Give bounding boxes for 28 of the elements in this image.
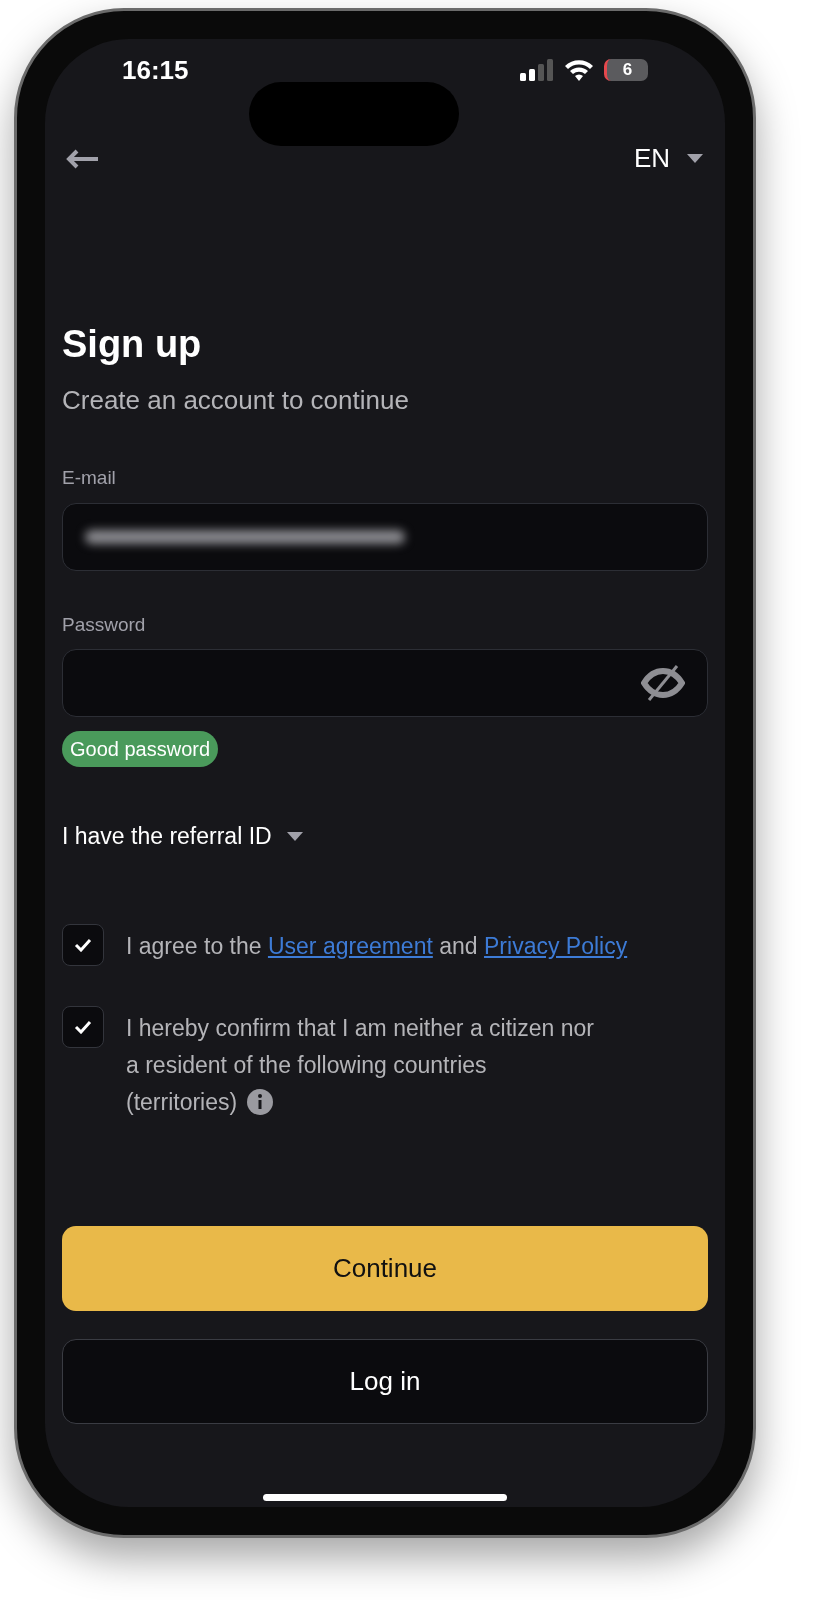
policy-link[interactable]: User agreement xyxy=(267,932,433,959)
checkbox[interactable] xyxy=(62,923,104,966)
login-button[interactable]: Log in xyxy=(62,1339,708,1424)
signal-icon xyxy=(520,59,554,81)
checkbox[interactable] xyxy=(62,1005,104,1048)
eye-slash-icon[interactable] xyxy=(641,663,685,703)
field-label: E-mail xyxy=(62,466,117,490)
field-label: Password xyxy=(62,612,147,637)
caret-icon xyxy=(285,830,304,842)
password-field[interactable] xyxy=(62,649,708,717)
agreement-text: I hereby confirm that I am neither a citizen nor a resident of the following countries (territories) xyxy=(126,1013,595,1117)
email-field[interactable] xyxy=(62,502,708,571)
battery-indicator: 6 xyxy=(604,59,648,81)
back-arrow-icon[interactable] xyxy=(66,148,100,169)
info-icon[interactable] xyxy=(247,1088,274,1115)
referral-toggle[interactable]: I have the referral ID xyxy=(62,819,304,854)
continue-button[interactable]: Continue xyxy=(62,1226,708,1311)
password-strength-badge: Good password xyxy=(62,731,219,767)
page-title: Sign up xyxy=(62,322,203,367)
policy-link[interactable]: Privacy Policy xyxy=(484,932,628,959)
status-time: 16:15 xyxy=(122,53,189,87)
page-subtitle: Create an account to continue xyxy=(62,384,410,417)
check-icon xyxy=(74,937,92,952)
language-selector[interactable]: EN xyxy=(633,139,704,178)
wifi-icon xyxy=(564,59,594,81)
agreement-text: I agree to the User agreement and Privacy Policy xyxy=(126,931,629,961)
caret-icon xyxy=(686,153,704,164)
check-icon xyxy=(74,1019,92,1034)
